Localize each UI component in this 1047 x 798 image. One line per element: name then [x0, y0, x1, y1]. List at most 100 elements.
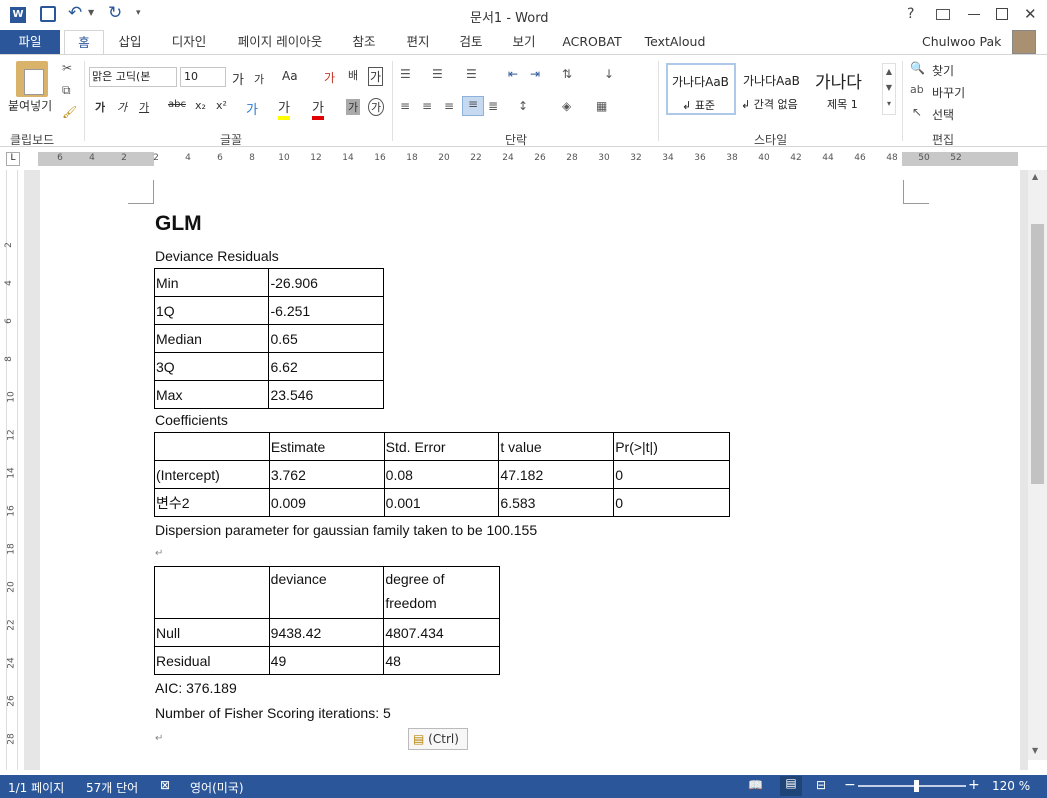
align-center-icon[interactable]: ≡ [422, 99, 432, 113]
tab-review[interactable]: 검토 [451, 30, 491, 54]
font-color-button[interactable]: 가 [312, 97, 324, 120]
tab-home[interactable]: 홈 [64, 30, 104, 54]
table-cell[interactable]: 9438.42 [268, 618, 385, 647]
save-icon[interactable] [40, 6, 56, 22]
char-shading-button[interactable]: 가 [346, 99, 361, 115]
table-cell[interactable]: t value [498, 432, 615, 461]
customize-qat-icon[interactable]: ▾ [136, 8, 141, 18]
page[interactable]: GLM Deviance Residuals Min -26.906 1Q -6.25… [40, 170, 1020, 770]
bold-button[interactable]: 가 [95, 99, 105, 115]
table-cell[interactable]: 23.546 [268, 380, 384, 409]
table-cell[interactable]: -6.251 [268, 296, 384, 325]
table-cell[interactable]: 0 [613, 460, 730, 489]
enclose-char-button[interactable]: 가 [368, 98, 385, 116]
minimize-button[interactable] [968, 14, 980, 15]
change-case-button[interactable]: Aa [282, 69, 298, 83]
tab-page-layout[interactable]: 페이지 레이아웃 [230, 30, 330, 54]
tab-acrobat[interactable]: ACROBAT [560, 30, 624, 54]
select-button[interactable]: 선택 [932, 106, 954, 123]
underline-button[interactable]: 가 [139, 99, 149, 115]
vertical-scrollbar[interactable]: ▲ ▼ [1028, 170, 1047, 760]
word-count[interactable]: 57개 단어 [86, 779, 138, 796]
table-cell[interactable] [154, 432, 270, 461]
table-cell[interactable]: 4807.434 [383, 618, 500, 647]
language[interactable]: 영어(미국) [190, 779, 244, 796]
scroll-up-icon[interactable]: ▲ [1032, 172, 1038, 181]
grow-font-button[interactable]: 가 [232, 69, 244, 88]
table-cell[interactable]: Max [153, 380, 270, 409]
proofing-icon[interactable]: ⊠ [160, 778, 170, 792]
zoom-level[interactable]: 120 % [992, 779, 1030, 793]
zoom-slider-thumb[interactable] [914, 780, 919, 792]
numbering-icon[interactable]: ☰ [432, 67, 443, 81]
multilevel-list-icon[interactable]: ☰ [466, 67, 477, 81]
decrease-indent-icon[interactable]: ⇤ [508, 67, 518, 81]
tab-file[interactable]: 파일 [0, 30, 60, 54]
table-cell[interactable]: 변수2 [154, 488, 270, 517]
shrink-font-button[interactable]: 가 [254, 71, 264, 87]
horizontal-ruler[interactable]: L 6 4 2 2 4 6 8 10 12 14 16 18 20 22 24 26 28 30 32 34 36 38 4… [0, 148, 1047, 170]
tab-references[interactable]: 참조 [344, 30, 384, 54]
scroll-thumb[interactable] [1031, 224, 1044, 484]
zoom-out-button[interactable]: − [844, 777, 856, 793]
font-name-select[interactable]: 맑은 고딕(본 [89, 67, 177, 87]
ribbon-display-icon[interactable] [936, 9, 950, 20]
close-button[interactable]: ✕ [1024, 5, 1037, 23]
table-cell[interactable]: 0.08 [383, 460, 500, 489]
format-painter-icon[interactable]: 🖌 [62, 105, 77, 119]
copy-icon[interactable]: ⧉ [62, 83, 71, 98]
tab-textaloud[interactable]: TextAloud [640, 30, 710, 54]
strikethrough-button[interactable]: abc [168, 99, 186, 110]
char-border-button[interactable]: 가 [368, 67, 384, 86]
table-cell[interactable]: degree of freedom [383, 566, 500, 619]
table-cell[interactable]: 6.583 [498, 488, 615, 517]
align-left-icon[interactable]: ≡ [400, 99, 410, 113]
redo-icon[interactable]: ↻ [108, 3, 122, 23]
text-direction-icon[interactable]: ⇅ [562, 67, 572, 81]
user-name[interactable]: Chulwoo Pak [922, 34, 1001, 49]
help-button[interactable]: ? [907, 6, 914, 22]
read-mode-icon[interactable]: 📖 [748, 778, 763, 792]
table-cell[interactable] [154, 566, 270, 619]
highlight-button[interactable]: 가 [278, 97, 290, 120]
zoom-in-button[interactable]: + [968, 777, 980, 793]
style-heading1[interactable]: 가나다 제목 1 [810, 63, 880, 115]
subscript-button[interactable]: x₂ [195, 99, 206, 112]
table-cell[interactable]: Median [153, 324, 270, 353]
phonetic-guide-button[interactable]: 배 [348, 67, 358, 83]
web-layout-icon[interactable]: ⊟ [816, 778, 826, 792]
maximize-button[interactable] [996, 8, 1008, 20]
increase-indent-icon[interactable]: ⇥ [530, 67, 540, 81]
font-size-select[interactable]: 10 [180, 67, 226, 87]
table-cell[interactable]: 0.65 [268, 324, 384, 353]
paste-options-button[interactable]: ▤ (Ctrl) [408, 728, 468, 750]
table-cell[interactable]: 0.009 [268, 488, 385, 517]
borders-icon[interactable]: ▦ [596, 99, 607, 113]
scroll-down-icon[interactable]: ▼ [1032, 746, 1038, 755]
zoom-slider[interactable] [858, 785, 966, 787]
justify-icon[interactable]: ≡ [462, 96, 484, 116]
styles-scroll[interactable]: ▲ ▼ ▾ [882, 63, 896, 115]
tab-insert[interactable]: 삽입 [110, 30, 150, 54]
table-cell[interactable]: -26.906 [268, 268, 384, 297]
style-normal[interactable]: 가나다AaB ↲ 표준 [666, 63, 736, 115]
table-cell[interactable]: Pr(>|t|) [613, 432, 730, 461]
table-cell[interactable]: 6.62 [268, 352, 384, 381]
print-layout-icon[interactable]: ▤ [780, 776, 802, 796]
table-cell[interactable]: 3Q [153, 352, 270, 381]
sort-icon[interactable]: ↓ [604, 67, 614, 81]
replace-button[interactable]: 바꾸기 [932, 84, 965, 101]
vertical-ruler[interactable]: 2 4 6 8 10 12 14 16 18 20 22 24 26 28 [0, 170, 24, 770]
table-cell[interactable]: 0 [613, 488, 730, 517]
style-no-spacing[interactable]: 가나다AaB ↲ 간격 없음 [738, 63, 808, 115]
tab-view[interactable]: 보기 [504, 30, 544, 54]
table-cell[interactable]: Null [154, 618, 270, 647]
table-cell[interactable]: 1Q [153, 296, 270, 325]
paste-icon[interactable] [16, 61, 48, 97]
superscript-button[interactable]: x² [216, 99, 227, 112]
bullets-icon[interactable]: ☰ [400, 67, 411, 81]
find-button[interactable]: 찾기 [932, 62, 954, 79]
document-area[interactable]: GLM Deviance Residuals Min -26.906 1Q -6.25… [24, 170, 1028, 770]
distributed-icon[interactable]: ≣ [488, 99, 498, 113]
page-count[interactable]: 1/1 페이지 [8, 779, 64, 796]
